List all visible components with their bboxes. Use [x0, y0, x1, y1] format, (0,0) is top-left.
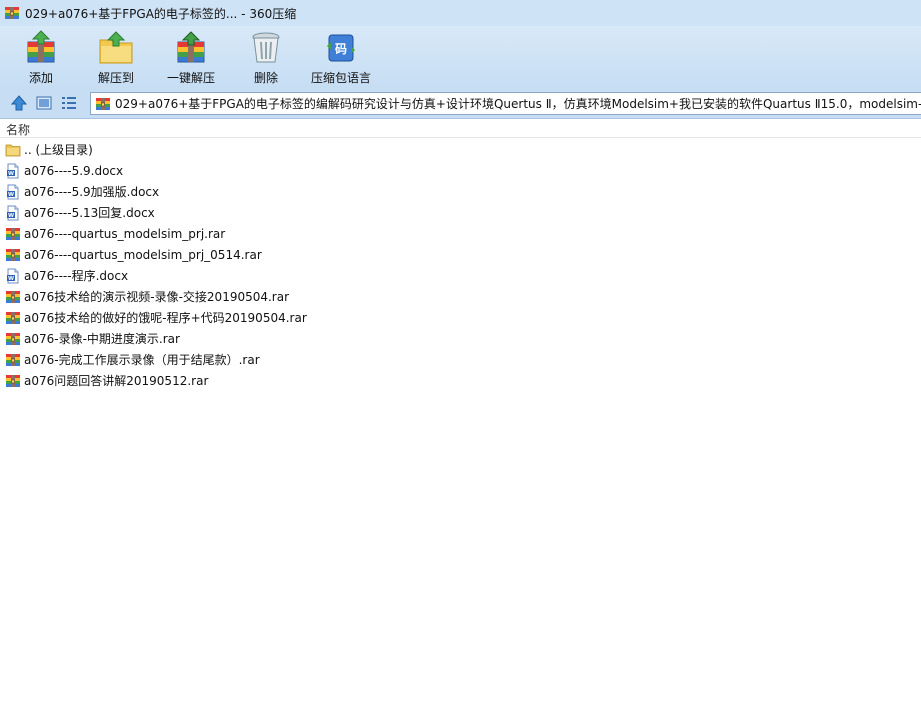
list-item[interactable]: a076----程序.docx: [0, 265, 921, 286]
thumbnail-view-icon[interactable]: [35, 94, 53, 112]
list-item[interactable]: a076-录像-中期进度演示.rar: [0, 328, 921, 349]
rar-archive-icon: [5, 226, 21, 242]
rar-archive-icon: [5, 331, 21, 347]
add-button[interactable]: 添加: [11, 30, 71, 86]
archive-icon: [4, 5, 20, 21]
list-item[interactable]: a076----quartus_modelsim_prj.rar: [0, 223, 921, 244]
extract-to-folder-icon: [99, 31, 133, 64]
extract-to-button-label: 解压到: [97, 71, 134, 85]
path-text: 029+a076+基于FPGA的电子标签的编解码研究设计与仿真+设计环境Quer…: [115, 97, 921, 111]
delete-button[interactable]: 删除: [236, 30, 296, 86]
word-document-icon: [5, 205, 21, 221]
list-item[interactable]: a076-完成工作展示录像（用于结尾款）.rar: [0, 349, 921, 370]
file-name: a076----5.9.docx: [24, 163, 124, 178]
rar-archive-icon: [5, 352, 21, 368]
list-item[interactable]: a076----quartus_modelsim_prj_0514.rar: [0, 244, 921, 265]
file-list: .. (上级目录) a076----5.9.docx a076----5.9加强…: [0, 139, 921, 391]
list-header: 名称: [0, 119, 921, 138]
archive-language-button[interactable]: 码 压缩包语言: [311, 30, 371, 86]
file-name: a076----quartus_modelsim_prj_0514.rar: [24, 247, 262, 262]
folder-icon: [5, 142, 21, 158]
path-field[interactable]: 029+a076+基于FPGA的电子标签的编解码研究设计与仿真+设计环境Quer…: [90, 92, 921, 115]
word-document-icon: [5, 184, 21, 200]
rar-archive-icon: [5, 247, 21, 263]
window-title: 029+a076+基于FPGA的电子标签的... - 360压缩: [25, 6, 297, 21]
file-name: a076----quartus_modelsim_prj.rar: [24, 226, 226, 241]
rar-archive-icon: [5, 310, 21, 326]
word-document-icon: [5, 268, 21, 284]
extract-to-button[interactable]: 解压到: [86, 30, 146, 86]
file-name: a076-录像-中期进度演示.rar: [24, 332, 180, 346]
svg-text:码: 码: [335, 42, 347, 56]
list-item[interactable]: a076----5.13回复.docx: [0, 202, 921, 223]
one-click-extract-button-label: 一键解压: [166, 71, 215, 85]
file-name: a076技术给的做好的饿呢-程序+代码20190504.rar: [24, 311, 307, 325]
file-name: .. (上级目录): [24, 143, 93, 157]
up-arrow-icon[interactable]: [10, 94, 28, 112]
add-archive-icon: [27, 30, 55, 63]
address-bar: 029+a076+基于FPGA的电子标签的编解码研究设计与仿真+设计环境Quer…: [0, 88, 921, 119]
delete-button-label: 删除: [253, 71, 278, 85]
column-header-name[interactable]: 名称: [6, 121, 30, 138]
file-name: a076----5.13回复.docx: [24, 206, 155, 220]
list-item[interactable]: a076----5.9.docx: [0, 160, 921, 181]
file-name: a076-完成工作展示录像（用于结尾款）.rar: [24, 353, 260, 367]
archive-language-button-label: 压缩包语言: [311, 71, 372, 85]
add-button-label: 添加: [28, 71, 53, 85]
list-item[interactable]: a076问题回答讲解20190512.rar: [0, 370, 921, 391]
list-item-parent-dir[interactable]: .. (上级目录): [0, 139, 921, 160]
file-name: a076----5.9加强版.docx: [24, 185, 160, 199]
list-view-icon[interactable]: [60, 94, 78, 112]
file-name: a076----程序.docx: [24, 269, 129, 283]
archive-language-icon: 码: [327, 34, 355, 62]
list-item[interactable]: a076技术给的演示视频-录像-交接20190504.rar: [0, 286, 921, 307]
one-click-extract-button[interactable]: 一键解压: [161, 30, 221, 86]
toolbar: 添加 解压到 一键解压 删除 码 压缩包语言: [0, 26, 921, 88]
title-bar: 029+a076+基于FPGA的电子标签的... - 360压缩: [0, 0, 921, 26]
list-item[interactable]: a076技术给的做好的饿呢-程序+代码20190504.rar: [0, 307, 921, 328]
rar-archive-icon: [5, 373, 21, 389]
word-document-icon: [5, 163, 21, 179]
list-item[interactable]: a076----5.9加强版.docx: [0, 181, 921, 202]
trash-icon: [252, 32, 280, 63]
file-name: a076技术给的演示视频-录像-交接20190504.rar: [24, 290, 290, 304]
rar-archive-icon: [5, 289, 21, 305]
archive-icon: [95, 96, 111, 112]
file-name: a076问题回答讲解20190512.rar: [24, 374, 209, 388]
one-click-extract-icon: [177, 31, 205, 63]
